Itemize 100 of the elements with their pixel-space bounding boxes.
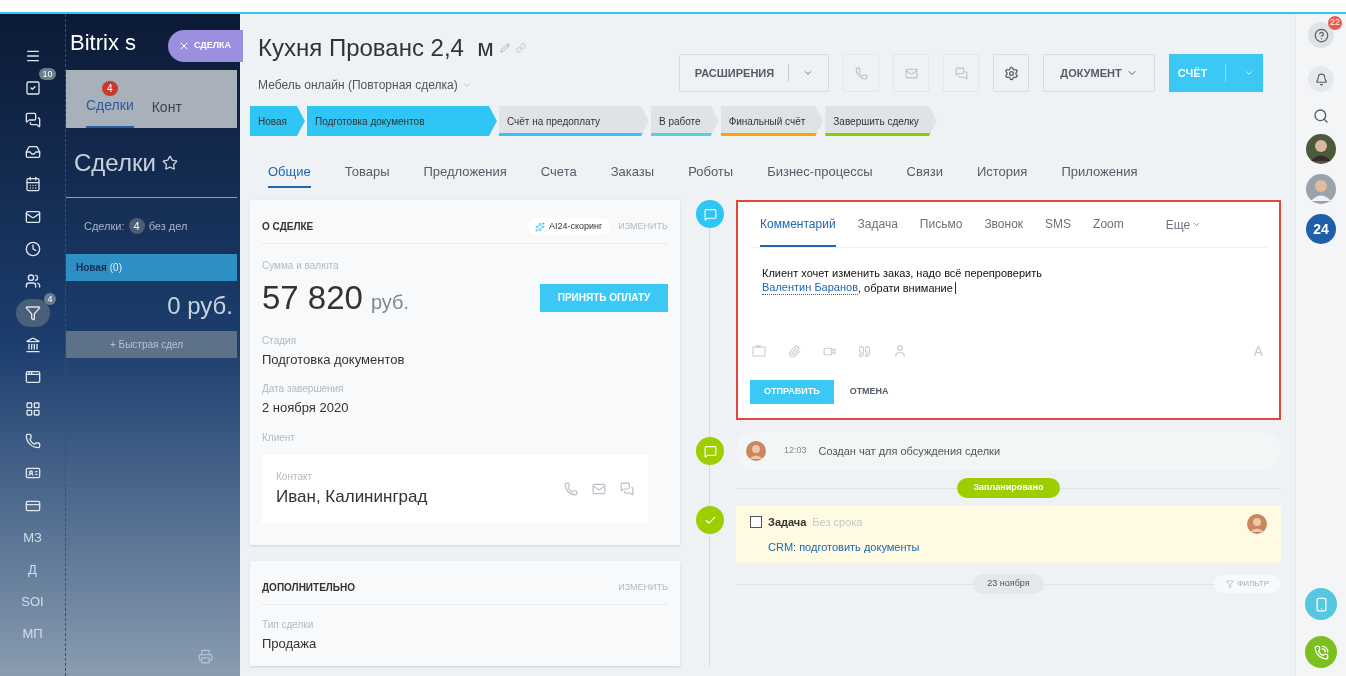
field-label: Сумма и валюта (262, 259, 340, 273)
help-icon (1313, 27, 1329, 43)
stage-step[interactable]: Подготовка документов (306, 106, 497, 136)
tab[interactable]: Общие (268, 162, 311, 188)
star-icon[interactable] (161, 154, 178, 171)
settings-button[interactable] (993, 54, 1029, 92)
tab[interactable]: Заказы (610, 162, 655, 188)
paperclip-icon[interactable] (788, 344, 801, 358)
deal-amount: 57 820 (262, 278, 363, 318)
tab[interactable]: Конт (151, 97, 182, 128)
tab[interactable]: Счета (540, 162, 577, 188)
mail-icon (904, 66, 918, 80)
caret-icon (461, 80, 472, 90)
date-label: 23 ноября (973, 574, 1044, 594)
more-menu[interactable]: Еще (1165, 215, 1202, 234)
planned-label: Запланировано (957, 478, 1060, 498)
phone-device-icon (1313, 596, 1329, 612)
settings-icon (1003, 65, 1019, 81)
notifications-button[interactable] (1308, 66, 1334, 92)
stage-step[interactable]: Финальный счёт (720, 106, 824, 136)
funnel-icon (24, 304, 41, 321)
counter-badge: 4 (102, 81, 118, 96)
item-text: Создан чат для обсуждения сделки (818, 443, 1001, 459)
counter-badge[interactable]: 24 (1306, 214, 1336, 244)
field-label: Клиент (262, 430, 296, 445)
menu-item[interactable] (15, 298, 50, 327)
avatar (1247, 514, 1267, 534)
counter-badge: 22 (1328, 16, 1342, 30)
bank-icon (24, 337, 41, 353)
menu-item[interactable]: Д (15, 555, 50, 584)
tab[interactable]: Предложения (423, 162, 507, 188)
tab[interactable]: Звонок (984, 202, 1024, 247)
people-icon (24, 272, 41, 289)
tab[interactable]: SMS (1045, 202, 1072, 247)
tab[interactable]: Бизнес-процессы (767, 162, 873, 188)
counter-badge: 10 (39, 68, 56, 81)
caret-icon (1192, 220, 1202, 229)
caret-icon (803, 68, 814, 78)
tab[interactable]: Товары (344, 162, 390, 188)
field-value: Продажа (262, 635, 318, 653)
field-label: Тип сделки (262, 618, 315, 632)
field-value: Подготовка документов (262, 350, 406, 369)
checkbox-icon (24, 80, 41, 97)
clock-icon (24, 240, 41, 257)
document-button[interactable]: ДОКУМЕНТ (1043, 54, 1155, 92)
field-label: Контакт (276, 469, 313, 484)
tab[interactable]: Zoom (1093, 202, 1124, 247)
card-heading: ДОПОЛНИТЕЛЬНО (262, 581, 356, 595)
funnel-icon (1226, 580, 1235, 588)
field-label: Дата завершения (262, 382, 345, 396)
tab[interactable]: Приложения (1061, 162, 1138, 188)
stage-step[interactable]: Новая (250, 106, 305, 136)
category-selector[interactable]: Мебель онлайн (Повторная сделка) (258, 76, 526, 94)
app-title: Bitrix s (70, 28, 136, 57)
bell-icon (1314, 72, 1328, 86)
avatar[interactable] (1306, 134, 1336, 164)
task-link[interactable]: CRM: подготовить документы (768, 538, 920, 555)
currency: руб. (370, 290, 410, 315)
chat-icon (696, 437, 724, 465)
comment-icon (696, 200, 724, 228)
tab[interactable]: Роботы (688, 162, 734, 188)
chat-icon (24, 112, 41, 129)
stage-step[interactable]: Завершить сделку (825, 106, 937, 136)
contact-name[interactable]: Иван, Калининград (276, 483, 428, 509)
item-time: 12:03 (784, 444, 807, 458)
column-header: Новая (0) (66, 254, 237, 281)
caret-icon (1244, 68, 1255, 78)
stage-step[interactable]: Счёт на предоплату (498, 106, 649, 136)
tab[interactable]: Связи (906, 162, 943, 188)
phone-icon (24, 433, 41, 450)
page-title: Сделки (74, 147, 156, 178)
field-label: Стадия (262, 333, 298, 348)
deal-title: Кухня Прованс 2,4 м (258, 33, 494, 63)
mention-link[interactable]: Валентин Баранов (762, 280, 858, 295)
comment-text: , обрати внимание (858, 280, 953, 295)
tab[interactable]: Комментарий (760, 202, 836, 247)
counter-badge: 4 (128, 217, 145, 235)
stage-step[interactable]: В работе (650, 106, 719, 136)
cancel-button[interactable]: ОТМЕНА (849, 385, 889, 399)
counter-label: без дел (148, 218, 188, 234)
tab[interactable]: Задача (857, 202, 898, 247)
comment-input[interactable]: Клиент хочет изменить заказ, надо всё перепроверить Валентин Баранов, обрати внимание (750, 248, 1267, 336)
comment-text: Клиент хочет изменить заказ, надо всё перепроверить (762, 266, 1043, 280)
chat-icon (954, 66, 968, 80)
column-sum: 0 руб. (167, 291, 233, 321)
menu-item[interactable]: МЗ (15, 523, 50, 552)
tab[interactable]: История (976, 162, 1028, 188)
mail-icon (24, 208, 41, 225)
tray-icon (24, 144, 41, 161)
search-icon[interactable] (1313, 108, 1329, 124)
grid-icon (24, 401, 41, 418)
extensions-button[interactable]: РАСШИРЕНИЯ (679, 54, 829, 92)
menu-icon (24, 48, 41, 64)
tab[interactable]: Письмо (919, 202, 963, 247)
counter-label: Сделки: (84, 218, 125, 234)
task-checkbox[interactable] (750, 516, 762, 529)
scoring-button[interactable]: AI24-скоринг (526, 217, 611, 236)
phone-icon (854, 66, 868, 80)
field-value: 2 ноября 2020 (262, 399, 350, 417)
window-icon (24, 369, 41, 386)
